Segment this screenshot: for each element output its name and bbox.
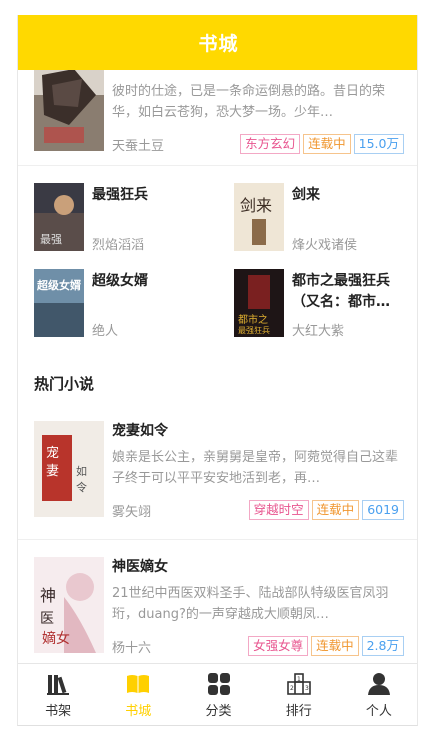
book-cover: 剑来 [234, 183, 284, 251]
bookstore-content[interactable]: 彼时的仕途，已是一条命运倒悬的路。昔日的荣华，如白云苍狗，恐大梦一场。少年… 天… [18, 70, 417, 663]
book-title: 超级女婿 [92, 273, 148, 289]
grid-book-item[interactable]: 超级女婿 超级女婿 绝人 [34, 269, 214, 339]
tab-label: 分类 [205, 704, 232, 719]
tab-category[interactable]: 分类 [178, 664, 258, 725]
hot-book-item[interactable]: 宠妻如令 宠妻如令 娘亲是长公主，亲舅舅是皇帝，阿菀觉得自己这辈子终于可以平平安… [34, 421, 404, 521]
svg-text:剑来: 剑来 [240, 196, 272, 215]
page-title: 书城 [198, 33, 239, 55]
hot-book-item[interactable]: 神医嫡女 神医嫡女 21世纪中西医双料圣手、陆战部队特级医官凤羽珩，duang?… [34, 557, 404, 657]
book-author: 烈焰滔滔 [92, 238, 145, 253]
genre-tag: 女强女尊 [248, 636, 309, 656]
book-cover: 超级女婿 [34, 269, 84, 337]
book-cover: 神医嫡女 [34, 557, 104, 653]
book-title: 剑来 [292, 187, 320, 203]
status-tag: 连载中 [303, 134, 351, 154]
bookshelf-icon [47, 675, 70, 695]
svg-text:都市之: 都市之 [238, 313, 268, 326]
svg-text:宠: 宠 [46, 445, 59, 461]
svg-text:如: 如 [76, 464, 87, 478]
tab-profile[interactable]: 个人 [339, 664, 417, 725]
book-cover: 最强 [34, 183, 84, 251]
book-author: 杨十六 [112, 640, 152, 656]
tab-bookstore[interactable]: 书城 [98, 664, 178, 725]
tab-label: 排行 [285, 704, 312, 719]
open-book-icon [127, 675, 150, 693]
svg-text:神: 神 [40, 586, 56, 605]
book-author: 大红大紫 [292, 324, 345, 339]
svg-text:1: 1 [297, 676, 301, 683]
book-title: 最强狂兵 [92, 187, 148, 203]
status-tag: 连载中 [311, 636, 359, 656]
grid-book-item[interactable]: 都市之 最强狂兵 都市之最强狂兵（又名：都市… 大红大紫 [234, 269, 414, 339]
app-screen: 书城 彼时的仕途，已是一条命运倒悬的路。昔日的荣华，如白云苍狗，恐大梦一场。少年… [17, 15, 418, 726]
tab-ranking[interactable]: 1 2 3 排行 [259, 664, 339, 725]
svg-text:最强狂兵: 最强狂兵 [238, 325, 270, 335]
grid-book-item[interactable]: 最强 最强狂兵 烈焰滔滔 [34, 183, 214, 253]
tab-label: 个人 [365, 704, 392, 719]
divider [18, 165, 417, 166]
app-header: 书城 [18, 15, 417, 70]
svg-text:超级女婿: 超级女婿 [36, 278, 82, 292]
svg-text:令: 令 [76, 480, 87, 494]
genre-tag: 穿越时空 [248, 500, 309, 520]
featured-book[interactable]: 彼时的仕途，已是一条命运倒悬的路。昔日的荣华，如白云苍狗，恐大梦一场。少年… 天… [34, 70, 404, 155]
book-description: 21世纪中西医双料圣手、陆战部队特级医官凤羽珩，duang?的一声穿越成大顺朝凤… [112, 586, 389, 622]
book-title: 宠妻如令 [112, 423, 168, 439]
bottom-tab-bar: 书架 书城 分类 1 2 3 排行 个人 [18, 663, 417, 725]
svg-text:3: 3 [305, 685, 309, 692]
book-title: 都市之最强狂兵（又名：都市… [292, 273, 390, 310]
person-icon [367, 673, 390, 695]
svg-text:2: 2 [290, 685, 294, 692]
status-tag: 连载中 [311, 500, 360, 520]
tab-label: 书架 [45, 704, 72, 719]
grid-icon [207, 673, 230, 695]
book-cover: 宠妻 如令 [34, 421, 104, 517]
word-count-tag: 2.8万 [361, 636, 404, 656]
podium-icon: 1 2 3 [286, 673, 311, 695]
word-count-tag: 6019 [362, 500, 404, 520]
svg-text:医: 医 [40, 611, 54, 627]
book-author: 天蚕土豆 [112, 138, 165, 154]
tab-label: 书城 [125, 704, 152, 719]
section-title-hot: 热门小说 [34, 375, 95, 393]
book-cover [34, 70, 104, 151]
divider [18, 539, 417, 540]
grid-book-item[interactable]: 剑来 剑来 烽火戏诸侯 [234, 183, 414, 253]
word-count-tag: 15.0万 [353, 134, 404, 154]
book-description: 彼时的仕途，已是一条命运倒悬的路。昔日的荣华，如白云苍狗，恐大梦一场。少年… [112, 84, 386, 120]
book-title: 神医嫡女 [112, 559, 168, 575]
book-description: 娘亲是长公主，亲舅舅是皇帝，阿菀觉得自己这辈子终于可以平平安安地活到老，再… [112, 450, 399, 486]
svg-text:嫡女: 嫡女 [42, 630, 70, 647]
book-author: 烽火戏诸侯 [292, 238, 358, 253]
book-author: 绝人 [92, 324, 119, 339]
tab-bookshelf[interactable]: 书架 [18, 664, 98, 725]
svg-text:最强: 最强 [40, 233, 62, 246]
genre-tag: 东方玄幻 [240, 134, 301, 154]
book-author: 雾矢翊 [112, 504, 152, 520]
svg-text:妻: 妻 [46, 464, 59, 479]
book-cover: 都市之 最强狂兵 [234, 269, 284, 337]
